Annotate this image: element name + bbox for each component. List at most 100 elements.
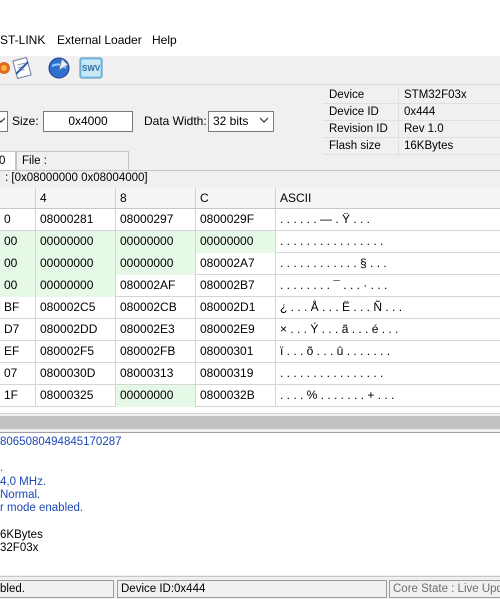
log-line: Normal. — [0, 489, 41, 501]
hex-cell[interactable]: 1F — [0, 385, 36, 407]
tab-device-memory[interactable]: 0 — [0, 151, 16, 170]
ascii-cell[interactable]: ï . . . õ . . . û . . . . . . . — [276, 341, 500, 363]
hex-cell[interactable]: 0800030D — [36, 363, 116, 385]
device-info-key: Device ID — [329, 106, 379, 118]
swv-icon[interactable]: SWV — [79, 56, 103, 80]
program-icon[interactable] — [47, 56, 71, 80]
hex-cell[interactable]: 08000301 — [196, 341, 276, 363]
hex-cell[interactable]: 080002D1 — [196, 297, 276, 319]
horizontal-scrollbar[interactable] — [0, 413, 500, 430]
scrollbar-thumb[interactable] — [0, 416, 500, 429]
grid-header: 4 8 C ASCII — [0, 188, 500, 209]
device-info-row: Device ID 0x444 — [323, 104, 500, 121]
column-header-8[interactable]: 8 — [116, 188, 196, 209]
ascii-cell[interactable]: . . . . . . . . . . . . . . . . — [276, 231, 500, 253]
device-info-key: Device — [329, 89, 365, 101]
hex-cell[interactable]: 00 — [0, 253, 36, 275]
data-width-select[interactable]: 32 bits — [208, 111, 274, 132]
column-header-c[interactable]: C — [196, 188, 276, 209]
log-panel: 8065080494845170287. 4,0 MHz. Normal. r mod… — [0, 432, 500, 575]
hex-cell[interactable]: 080002DD — [36, 319, 116, 341]
size-input[interactable]: 0x4000 — [43, 111, 133, 132]
hex-cell[interactable]: 08000297 — [116, 209, 196, 231]
ascii-cell[interactable]: ¿ . . . Å . . . Ë . . . Ñ . . . — [276, 297, 500, 319]
hex-cell[interactable]: 00000000 — [36, 253, 116, 275]
hex-cell[interactable]: D7 — [0, 319, 36, 341]
device-info-value: STM32F03x — [404, 89, 467, 101]
memory-grid: 4 8 C ASCII 0 08000281 08000297 0800029F. .… — [0, 188, 500, 413]
hex-cell[interactable]: 0800032B — [196, 385, 276, 407]
table-row[interactable]: 00 00000000 00000000 080002A7. . . . . . . … — [0, 253, 500, 275]
menu-bar — [0, 0, 500, 56]
swv-label: SWV — [82, 64, 101, 73]
hex-cell[interactable]: 00 — [0, 231, 36, 253]
hex-cell[interactable]: 080002A7 — [196, 253, 276, 275]
tab-file[interactable]: File : 8A_rssi_ch8.bin — [16, 151, 129, 185]
hex-cell[interactable]: 08000319 — [196, 363, 276, 385]
hex-cell[interactable]: 00000000 — [116, 385, 196, 407]
status-device-id: Device ID:0x444 — [117, 580, 387, 598]
menu-external-loader[interactable]: External Loader — [57, 33, 142, 47]
log-line: 4,0 MHz. — [0, 476, 47, 488]
data-width-label: Data Width: — [144, 114, 207, 128]
hex-cell[interactable]: 080002E3 — [116, 319, 196, 341]
log-line: 6KBytes — [0, 529, 43, 541]
hex-cell[interactable]: 00000000 — [196, 231, 276, 253]
menu-help[interactable]: Help — [152, 33, 177, 47]
hex-cell[interactable]: 0 — [0, 209, 36, 231]
ascii-cell[interactable]: . . . . . . . . . . . . § . . . — [276, 253, 500, 275]
device-info-value: 0x444 — [404, 106, 436, 118]
hex-cell[interactable]: 080002CB — [116, 297, 196, 319]
table-row[interactable]: 00 00000000 00000000 00000000. . . . . . . … — [0, 231, 500, 253]
hex-cell[interactable]: 00000000 — [116, 253, 196, 275]
data-width-value: 32 bits — [213, 114, 249, 128]
table-row[interactable]: 1F 08000325 00000000 0800032B. . . . % . . … — [0, 385, 500, 407]
ascii-cell[interactable]: . . . . . . — . Ÿ . . . — [276, 209, 500, 231]
table-row[interactable]: BF 080002C5 080002CB 080002D1 ¿ . . . Å . . … — [0, 297, 500, 319]
hex-cell[interactable]: 080002E9 — [196, 319, 276, 341]
column-header-4[interactable]: 4 — [36, 188, 116, 209]
hex-cell[interactable]: 080002B7 — [196, 275, 276, 297]
size-label: Size: — [12, 114, 39, 128]
table-row[interactable]: D7 080002DD 080002E3 080002E9 × . . . Ý . . … — [0, 319, 500, 341]
hex-cell[interactable]: 08000325 — [36, 385, 116, 407]
status-bar: bled. Device ID:0x444 Core State : Live … — [0, 576, 500, 599]
table-row[interactable]: 07 0800030D 08000313 08000319. . . . . . . … — [0, 363, 500, 385]
ascii-cell[interactable]: . . . . . . . . ¯ . . . · . . . — [276, 275, 500, 297]
hex-cell[interactable]: 00000000 — [36, 275, 116, 297]
hex-cell[interactable]: BF — [0, 297, 36, 319]
hex-cell[interactable]: 00000000 — [116, 231, 196, 253]
hex-cell[interactable]: 00000000 — [36, 231, 116, 253]
ascii-cell[interactable]: . . . . . . . . . . . . . . . . — [276, 363, 500, 385]
column-header-0[interactable] — [0, 188, 36, 209]
table-row[interactable]: 00 00000000 080002AF 080002B7. . . . . . . … — [0, 275, 500, 297]
hex-cell[interactable]: 00 — [0, 275, 36, 297]
table-row[interactable]: EF 080002F5 080002FB 08000301 ï . . . õ . . … — [0, 341, 500, 363]
menu-st-link[interactable]: ST-LINK — [0, 33, 45, 47]
hex-cell[interactable]: 080002F5 — [36, 341, 116, 363]
device-info-row: Device STM32F03x — [323, 87, 500, 104]
ascii-cell[interactable]: × . . . Ý . . . ã . . . é . . . — [276, 319, 500, 341]
chevron-down-icon — [0, 117, 5, 123]
verify-icon[interactable] — [10, 56, 34, 80]
hex-cell[interactable]: 080002C5 — [36, 297, 116, 319]
status-message: bled. — [0, 580, 114, 598]
log-line: . — [0, 462, 4, 474]
device-info-value: 16KBytes — [404, 140, 454, 152]
chevron-down-icon — [260, 117, 268, 123]
column-header-ascii[interactable]: ASCII — [276, 188, 500, 209]
hex-cell[interactable]: 080002AF — [116, 275, 196, 297]
log-line: r mode enabled. — [0, 502, 84, 514]
hex-cell[interactable]: 08000281 — [36, 209, 116, 231]
address-select[interactable] — [0, 111, 8, 132]
address-range: : [0x08000000 0x08004000] — [5, 172, 148, 184]
hex-cell[interactable]: 0800029F — [196, 209, 276, 231]
hex-cell[interactable]: 08000313 — [116, 363, 196, 385]
hex-cell[interactable]: 07 — [0, 363, 36, 385]
hex-cell[interactable]: 080002FB — [116, 341, 196, 363]
ascii-cell[interactable]: . . . . % . . . . . . . + . . . — [276, 385, 500, 407]
hex-cell[interactable]: EF — [0, 341, 36, 363]
device-info-key: Flash size — [329, 140, 381, 152]
table-row[interactable]: 0 08000281 08000297 0800029F. . . . . . — .… — [0, 209, 500, 231]
device-info-value: Rev 1.0 — [404, 123, 444, 135]
